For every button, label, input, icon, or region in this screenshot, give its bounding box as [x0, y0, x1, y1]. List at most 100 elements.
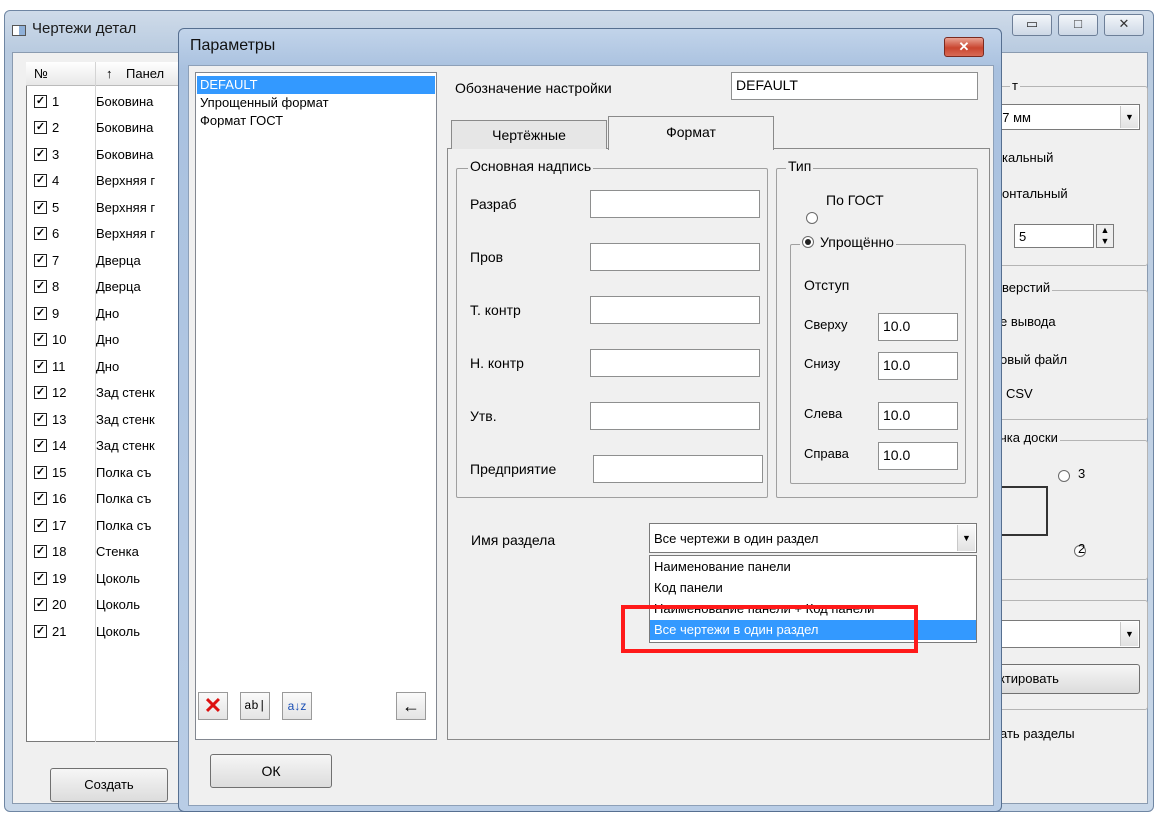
preset-item[interactable]: DEFAULT — [197, 76, 435, 94]
row-panel-name: Цоколь — [96, 623, 140, 639]
table-row[interactable]: ✓ 4 Верхняя г — [34, 168, 184, 195]
title-block-input[interactable] — [590, 190, 760, 218]
count-spinner[interactable]: 5 — [1014, 224, 1094, 248]
edit-button[interactable]: ктировать — [994, 664, 1140, 694]
table-row[interactable]: ✓ 15 Полка съ — [34, 459, 184, 486]
row-checkbox[interactable]: ✓ — [34, 545, 47, 559]
title-block-input[interactable] — [590, 349, 760, 377]
title-block-input[interactable] — [590, 243, 760, 271]
section-name-label: Имя раздела — [471, 532, 556, 548]
title-block-group-title: Основная надпись — [468, 158, 594, 174]
section-option[interactable]: Код панели — [650, 578, 976, 598]
radio-simplified[interactable] — [802, 236, 814, 248]
tab-drawing[interactable]: Чертёжные — [451, 120, 607, 149]
row-checkbox[interactable]: ✓ — [34, 465, 47, 479]
table-row[interactable]: ✓ 21 Цоколь — [34, 618, 184, 645]
dialog-close-button[interactable]: ✕ — [944, 37, 984, 57]
table-row[interactable]: ✓ 7 Дверца — [34, 247, 184, 274]
row-number: 12 — [52, 385, 67, 401]
margin-input[interactable]: 10.0 — [878, 402, 958, 430]
holes-group-title: верстий — [1000, 280, 1053, 295]
row-checkbox[interactable]: ✓ — [34, 518, 47, 532]
row-checkbox[interactable]: ✓ — [34, 598, 47, 612]
row-checkbox[interactable]: ✓ — [34, 492, 47, 506]
row-checkbox[interactable]: ✓ — [34, 147, 47, 161]
row-checkbox[interactable]: ✓ — [34, 386, 47, 400]
presets-list[interactable] — [195, 72, 437, 740]
table-row[interactable]: ✓ 18 Стенка — [34, 539, 184, 566]
indent-label: Отступ — [804, 277, 850, 293]
board-diagram — [998, 486, 1048, 536]
table-row[interactable]: ✓ 13 Зад стенк — [34, 406, 184, 433]
row-checkbox[interactable]: ✓ — [34, 306, 47, 320]
chevron-down-icon: ▼ — [957, 525, 975, 551]
column-header-num[interactable]: № — [34, 66, 48, 81]
title-block-input[interactable] — [593, 455, 763, 483]
table-row[interactable]: ✓ 1 Боковина — [34, 88, 184, 115]
table-row[interactable]: ✓ 6 Верхняя г — [34, 221, 184, 248]
main-close-button[interactable]: ✕ — [1104, 14, 1144, 36]
chevron-down-icon: ▼ — [1120, 622, 1138, 646]
margin-input[interactable]: 10.0 — [878, 442, 958, 470]
margin-label: Слева — [804, 406, 843, 421]
ok-button[interactable]: ОК — [210, 754, 332, 788]
table-row[interactable]: ✓ 19 Цоколь — [34, 565, 184, 592]
table-row[interactable]: ✓ 12 Зад стенк — [34, 380, 184, 407]
row-checkbox[interactable]: ✓ — [34, 253, 47, 267]
radio-gost[interactable] — [806, 212, 818, 224]
table-row[interactable]: ✓ 10 Дно — [34, 327, 184, 354]
row-checkbox[interactable]: ✓ — [34, 624, 47, 638]
row-checkbox[interactable]: ✓ — [34, 359, 47, 373]
section-name-combo[interactable]: Все чертежи в один раздел ▼ — [649, 523, 977, 553]
row-number: 13 — [52, 411, 67, 427]
setting-name-input[interactable]: DEFAULT — [731, 72, 978, 100]
table-row[interactable]: ✓ 8 Дверца — [34, 274, 184, 301]
margin-input[interactable]: 10.0 — [878, 352, 958, 380]
margin-input[interactable]: 10.0 — [878, 313, 958, 341]
table-row[interactable]: ✓ 14 Зад стенк — [34, 433, 184, 460]
minimize-button[interactable]: ▭ — [1012, 14, 1052, 36]
row-checkbox[interactable]: ✓ — [34, 280, 47, 294]
row-checkbox[interactable]: ✓ — [34, 571, 47, 585]
preset-item[interactable]: Упрощенный формат — [197, 94, 435, 112]
table-row[interactable]: ✓ 16 Полка съ — [34, 486, 184, 513]
title-block-input[interactable] — [590, 402, 760, 430]
column-header-panel[interactable]: Панел — [126, 66, 164, 81]
table-row[interactable]: ✓ 11 Дно — [34, 353, 184, 380]
row-number: 8 — [52, 279, 60, 295]
title-block-label: Разраб — [470, 196, 517, 212]
board-group-title: чка доски — [998, 430, 1060, 445]
table-row[interactable]: ✓ 9 Дно — [34, 300, 184, 327]
row-checkbox[interactable]: ✓ — [34, 121, 47, 135]
row-checkbox[interactable]: ✓ — [34, 333, 47, 347]
maximize-button[interactable]: □ — [1058, 14, 1098, 36]
sections-combo[interactable]: ▼ — [990, 620, 1140, 648]
row-checkbox[interactable]: ✓ — [34, 439, 47, 453]
margin-label: Снизу — [804, 356, 841, 371]
table-row[interactable]: ✓ 20 Цоколь — [34, 592, 184, 619]
rename-icon[interactable]: ab| — [240, 692, 270, 720]
table-row[interactable]: ✓ 3 Боковина — [34, 141, 184, 168]
paper-format-combo[interactable]: 97 мм ▼ — [990, 104, 1140, 130]
row-checkbox[interactable]: ✓ — [34, 412, 47, 426]
radio-board-3[interactable] — [1058, 470, 1070, 482]
main-window-title: Чертежи детал — [32, 20, 137, 37]
back-arrow-icon[interactable]: ← — [396, 692, 426, 720]
sort-icon[interactable]: a↓z — [282, 692, 312, 720]
preset-item[interactable]: Формат ГОСТ — [197, 112, 435, 130]
title-block-input[interactable] — [590, 296, 760, 324]
table-row[interactable]: ✓ 5 Верхняя г — [34, 194, 184, 221]
row-checkbox[interactable]: ✓ — [34, 174, 47, 188]
spinner-arrows-icon[interactable]: ▲ ▼ — [1096, 224, 1114, 248]
delete-icon[interactable]: ✕ — [198, 692, 228, 720]
highlight-annotation — [621, 605, 918, 653]
section-option[interactable]: Наименование панели — [650, 557, 976, 577]
table-row[interactable]: ✓ 2 Боковина — [34, 115, 184, 142]
row-checkbox[interactable]: ✓ — [34, 94, 47, 108]
create-button[interactable]: Создать — [50, 768, 168, 802]
row-number: 6 — [52, 226, 60, 242]
tab-format[interactable]: Формат — [608, 116, 774, 150]
row-checkbox[interactable]: ✓ — [34, 227, 47, 241]
table-row[interactable]: ✓ 17 Полка съ — [34, 512, 184, 539]
row-checkbox[interactable]: ✓ — [34, 200, 47, 214]
